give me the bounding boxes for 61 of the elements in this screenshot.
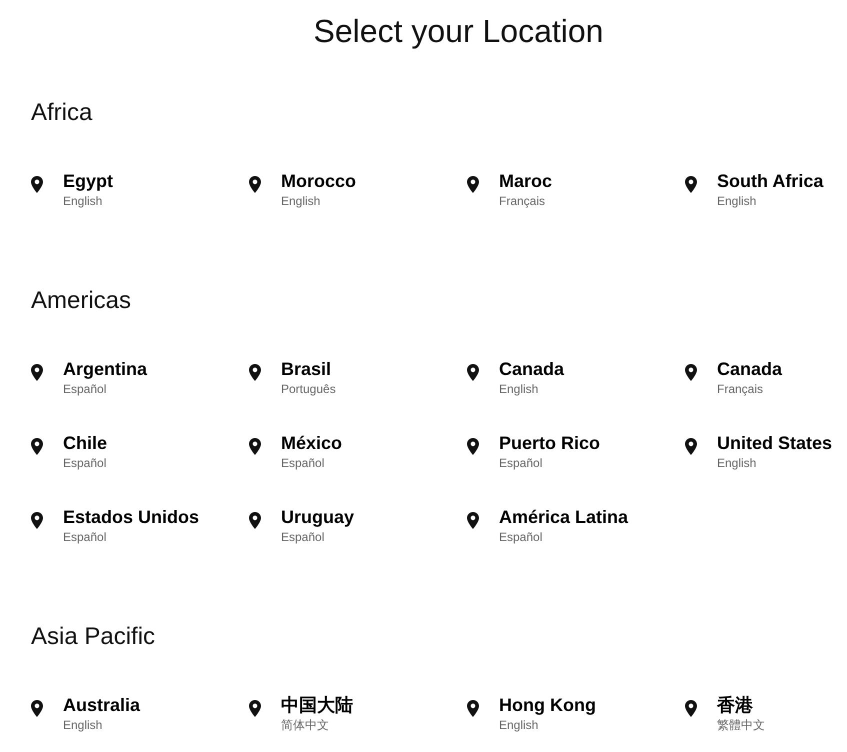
map-pin-icon (685, 438, 697, 455)
country-link[interactable]: Puerto Rico (499, 432, 600, 454)
country-link[interactable]: Argentina (63, 358, 148, 380)
map-pin-icon (31, 700, 43, 717)
map-pin-icon (467, 700, 479, 717)
region-heading: Asia Pacific (31, 623, 156, 651)
language-label: Português (281, 381, 336, 398)
language-label: English (499, 717, 538, 734)
country-link[interactable]: 香港 (717, 694, 753, 716)
map-pin-icon (685, 176, 697, 193)
language-label: English (717, 455, 756, 472)
country-link[interactable]: Australia (63, 694, 140, 716)
map-pin-icon (31, 438, 43, 455)
country-link[interactable]: United States (717, 432, 832, 454)
language-label: Español (63, 529, 106, 546)
country-link[interactable]: Canada (717, 358, 782, 380)
map-pin-icon (249, 700, 261, 717)
map-pin-icon (249, 512, 261, 529)
language-label: Español (281, 529, 324, 546)
language-label: 简体中文 (281, 717, 329, 734)
map-pin-icon (467, 176, 479, 193)
map-pin-icon (685, 700, 697, 717)
map-pin-icon (467, 512, 479, 529)
map-pin-icon (249, 438, 261, 455)
language-label: 繁體中文 (717, 717, 765, 734)
language-label: Español (499, 455, 542, 472)
country-link[interactable]: México (281, 432, 342, 454)
country-link[interactable]: Canada (499, 358, 564, 380)
language-label: Español (499, 529, 542, 546)
country-link[interactable]: América Latina (499, 506, 628, 528)
language-label: Français (717, 381, 764, 398)
map-pin-icon (467, 364, 479, 381)
language-label: Español (63, 381, 106, 398)
country-link[interactable]: South Africa (717, 170, 824, 192)
language-label: Español (281, 455, 324, 472)
map-pin-icon (249, 364, 261, 381)
page-title: Select your Location (314, 12, 604, 50)
language-label: English (499, 381, 538, 398)
map-pin-icon (31, 512, 43, 529)
map-pin-icon (249, 176, 261, 193)
country-link[interactable]: Brasil (281, 358, 332, 380)
country-link[interactable]: Egypt (63, 170, 114, 192)
country-link[interactable]: Uruguay (281, 506, 354, 528)
language-label: Français (499, 193, 546, 210)
region-heading: Africa (31, 99, 94, 127)
language-label: Español (63, 455, 106, 472)
language-label: English (63, 717, 102, 734)
language-label: English (717, 193, 756, 210)
country-link[interactable]: Maroc (499, 170, 552, 192)
country-link[interactable]: Hong Kong (499, 694, 596, 716)
language-label: English (63, 193, 102, 210)
country-link[interactable]: 中国大陆 (281, 694, 353, 716)
map-pin-icon (31, 364, 43, 381)
region-heading: Americas (31, 287, 132, 315)
language-label: English (281, 193, 320, 210)
map-pin-icon (685, 364, 697, 381)
map-pin-icon (467, 438, 479, 455)
country-link[interactable]: Estados Unidos (63, 506, 200, 528)
country-link[interactable]: Chile (63, 432, 108, 454)
map-pin-icon (31, 176, 43, 193)
country-link[interactable]: Morocco (281, 170, 356, 192)
